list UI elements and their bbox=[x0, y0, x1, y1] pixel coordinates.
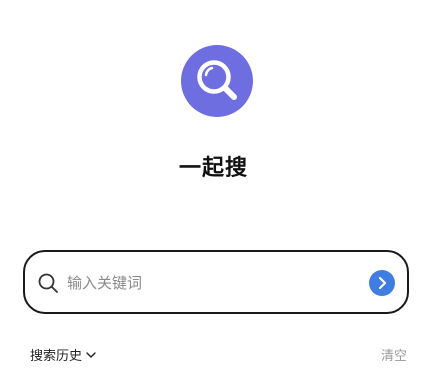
search-history-label: 搜索历史 bbox=[30, 349, 83, 364]
search-icon bbox=[37, 272, 59, 294]
search-go-button[interactable] bbox=[369, 270, 395, 296]
search-history-toggle[interactable]: 搜索历史 bbox=[30, 345, 97, 364]
search-input[interactable] bbox=[67, 266, 357, 300]
chevron-down-icon bbox=[86, 351, 96, 358]
search-page: 一起搜 搜索历史 清空 bbox=[0, 0, 427, 381]
arrow-right-circle-icon bbox=[378, 276, 387, 290]
app-title: 一起搜 bbox=[178, 156, 248, 181]
search-box[interactable] bbox=[23, 250, 409, 314]
clear-history-button[interactable]: 清空 bbox=[381, 345, 407, 364]
magnifier-icon bbox=[181, 45, 253, 117]
